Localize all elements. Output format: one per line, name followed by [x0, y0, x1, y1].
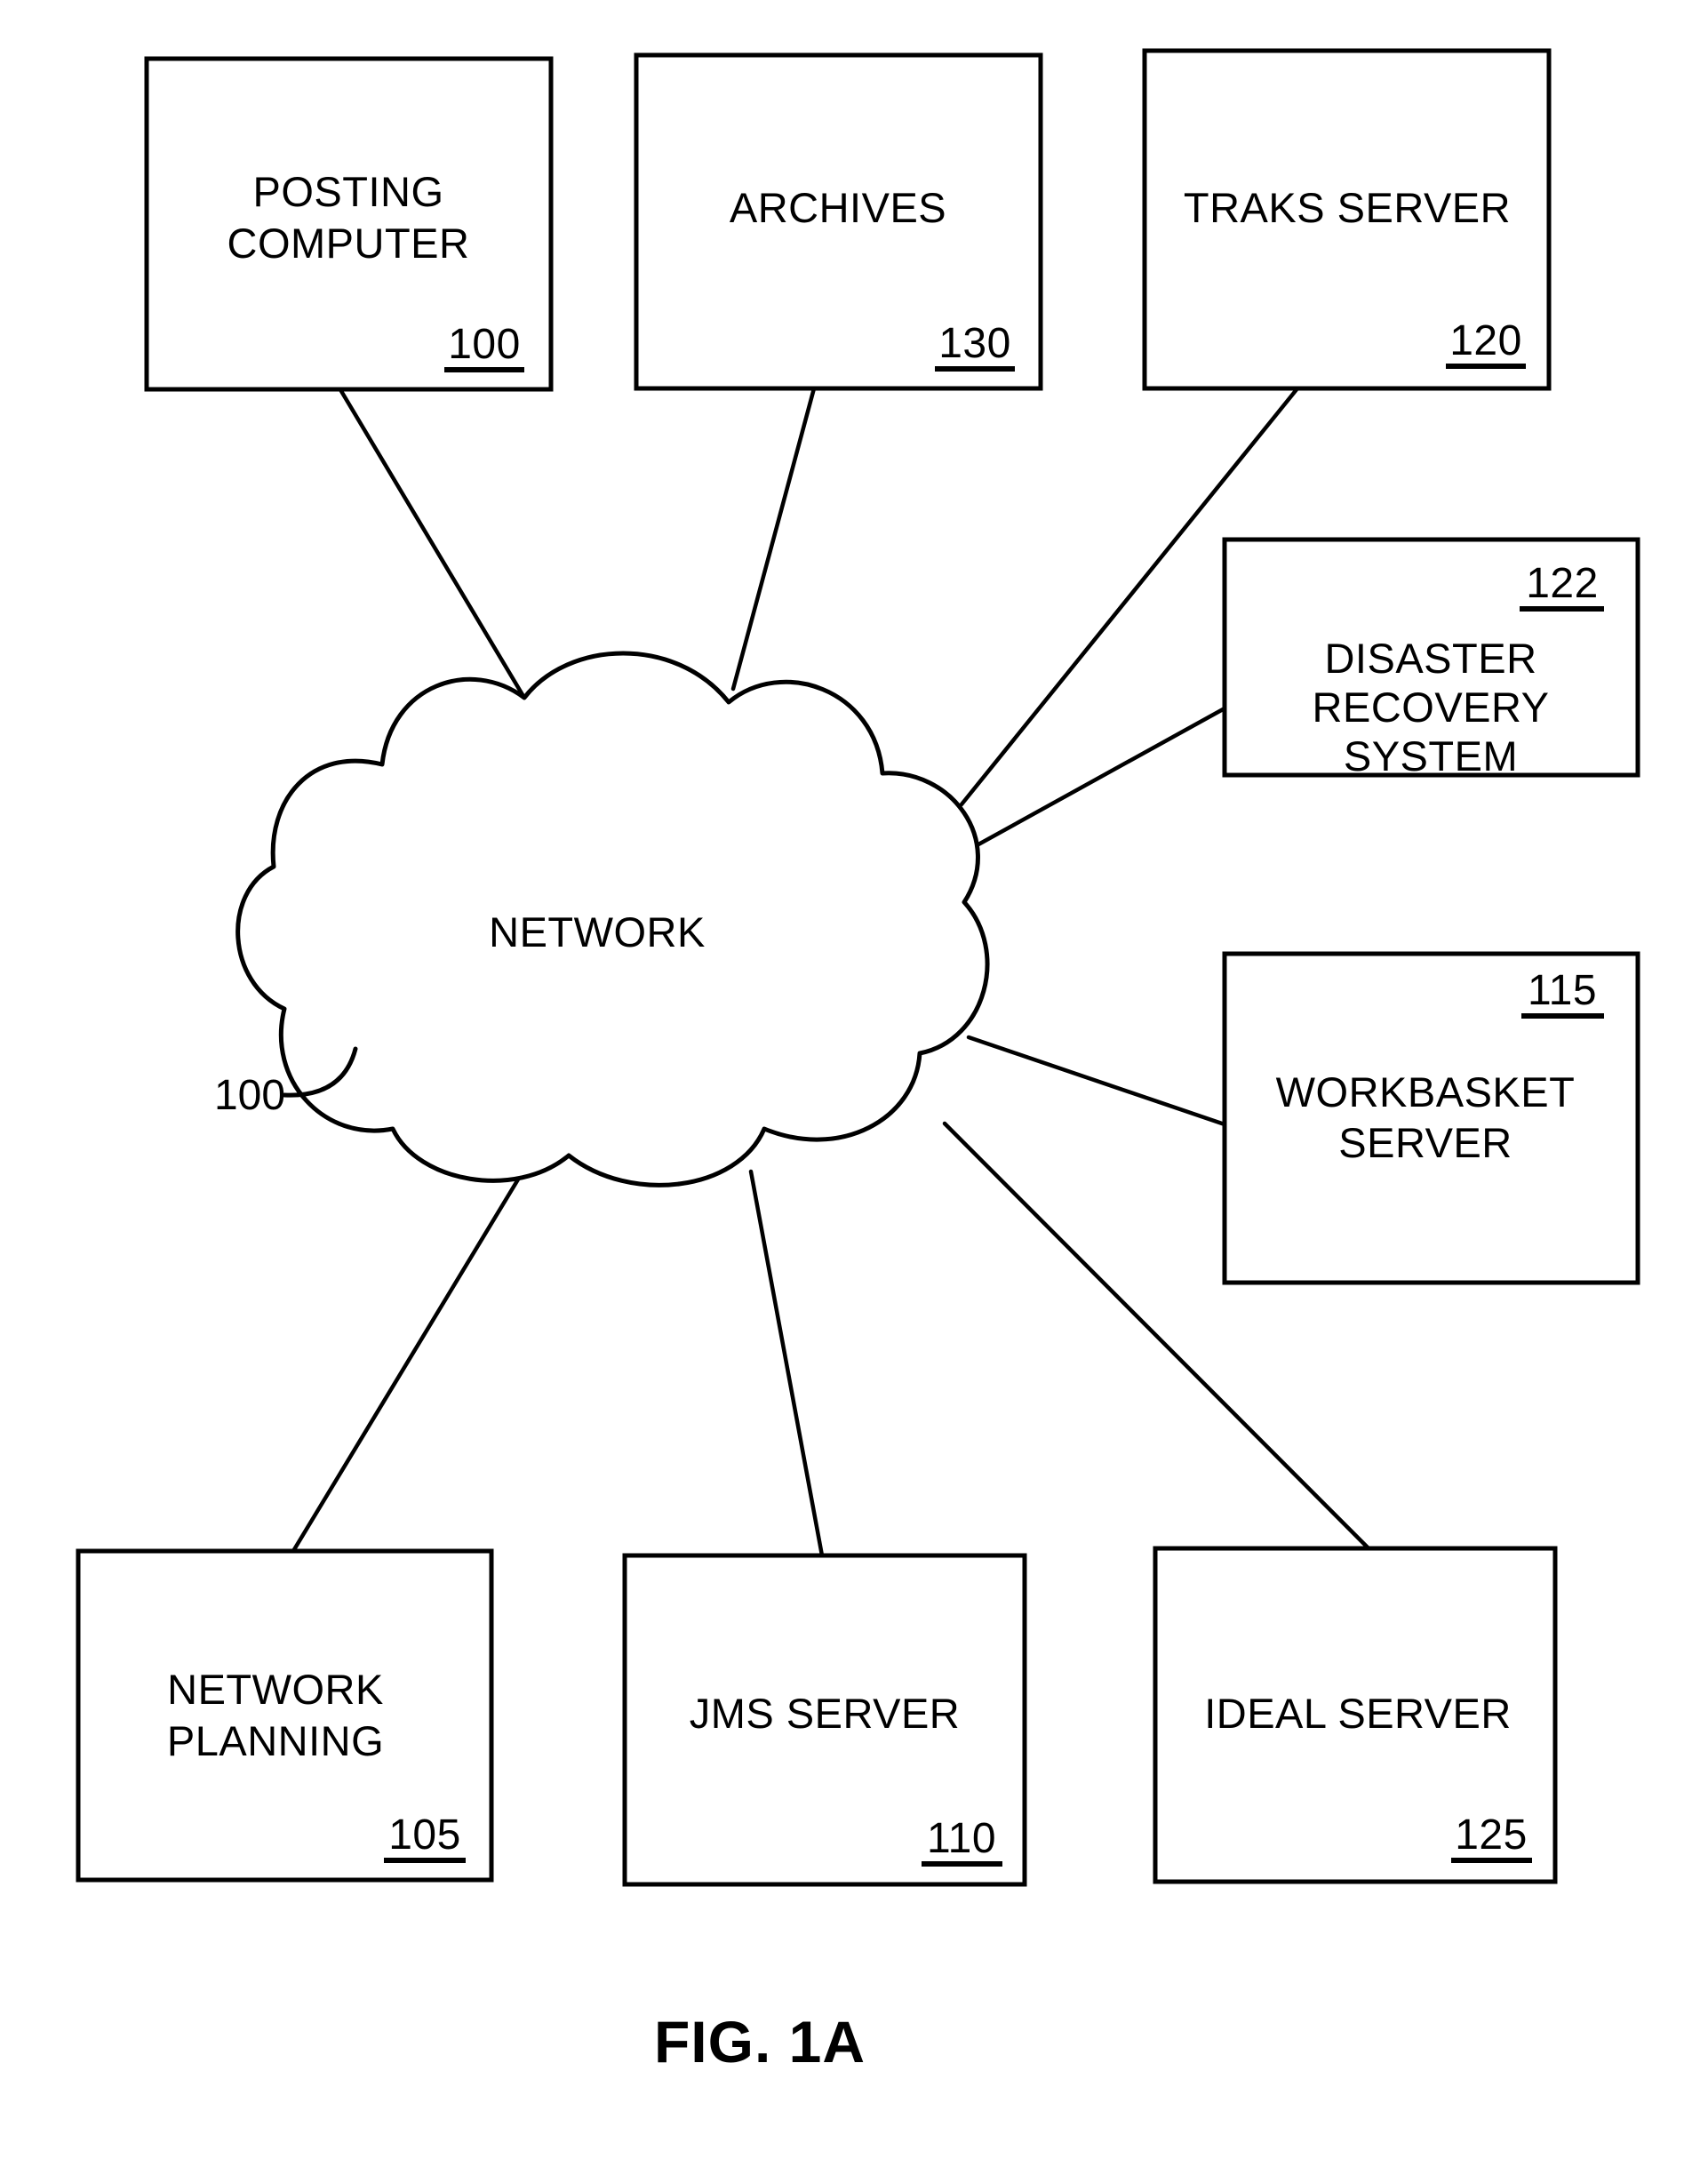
archives-label-line1: ARCHIVES	[730, 184, 946, 231]
connector-posting-computer-to-network	[339, 388, 527, 700]
jms-server-label-line1: JMS SERVER	[690, 1690, 961, 1737]
workbasket-server-label-line2: SERVER	[1338, 1119, 1512, 1166]
connector-network-to-network-planning	[291, 1163, 529, 1554]
posting-computer-label-line2: COMPUTER	[227, 220, 470, 267]
ideal-server-reference: 125	[1455, 1811, 1528, 1859]
cloud-reference-number: 100	[214, 1072, 285, 1119]
node-network-planning[interactable]: NETWORK PLANNING 105	[76, 1548, 494, 1883]
disaster-recovery-system-label-line2: RECOVERY	[1313, 684, 1550, 731]
network-planning-reference: 105	[388, 1811, 461, 1859]
connector-network-to-workbasket-server	[966, 1035, 1227, 1127]
workbasket-server-reference: 115	[1528, 967, 1597, 1014]
patent-figure-page: NETWORK 100 POSTING COMPUTER 100 ARCHIVE…	[0, 0, 1708, 2167]
connector-archives-to-network	[730, 386, 817, 692]
network-cloud: NETWORK	[235, 651, 990, 1187]
disaster-recovery-system-label-line1: DISASTER	[1324, 635, 1536, 682]
node-traks-server[interactable]: TRAKS SERVER 120	[1142, 48, 1552, 391]
jms-server-reference: 110	[927, 1815, 996, 1862]
traks-server-reference: 120	[1449, 317, 1522, 364]
node-archives[interactable]: ARCHIVES 130	[634, 52, 1043, 391]
node-posting-computer[interactable]: POSTING COMPUTER 100	[144, 56, 554, 392]
disaster-recovery-system-reference: 122	[1526, 560, 1599, 607]
node-disaster-recovery-system[interactable]: 122 DISASTER RECOVERY SYSTEM	[1222, 537, 1640, 780]
node-jms-server[interactable]: JMS SERVER 110	[622, 1553, 1027, 1887]
posting-computer-reference: 100	[448, 321, 521, 368]
network-planning-label-line1: NETWORK	[167, 1666, 384, 1713]
node-workbasket-server[interactable]: 115 WORKBASKET SERVER	[1222, 951, 1640, 1285]
disaster-recovery-system-label-line3: SYSTEM	[1344, 732, 1518, 780]
archives-reference: 130	[938, 320, 1011, 367]
workbasket-server-label-line1: WORKBASKET	[1276, 1068, 1576, 1115]
network-diagram: NETWORK 100 POSTING COMPUTER 100 ARCHIVE…	[76, 48, 1640, 2075]
traks-server-label-line1: TRAKS SERVER	[1184, 184, 1511, 231]
network-planning-label-line2: PLANNING	[167, 1717, 384, 1764]
figure-caption: FIG. 1A	[654, 2009, 866, 2075]
connector-network-to-disaster-recovery	[968, 706, 1227, 852]
posting-computer-label-line1: POSTING	[252, 168, 443, 215]
ideal-server-label-line1: IDEAL SERVER	[1204, 1690, 1512, 1737]
node-ideal-server[interactable]: IDEAL SERVER 125	[1153, 1546, 1558, 1884]
cloud-label: NETWORK	[489, 908, 706, 956]
connector-network-to-jms-server	[748, 1169, 825, 1558]
